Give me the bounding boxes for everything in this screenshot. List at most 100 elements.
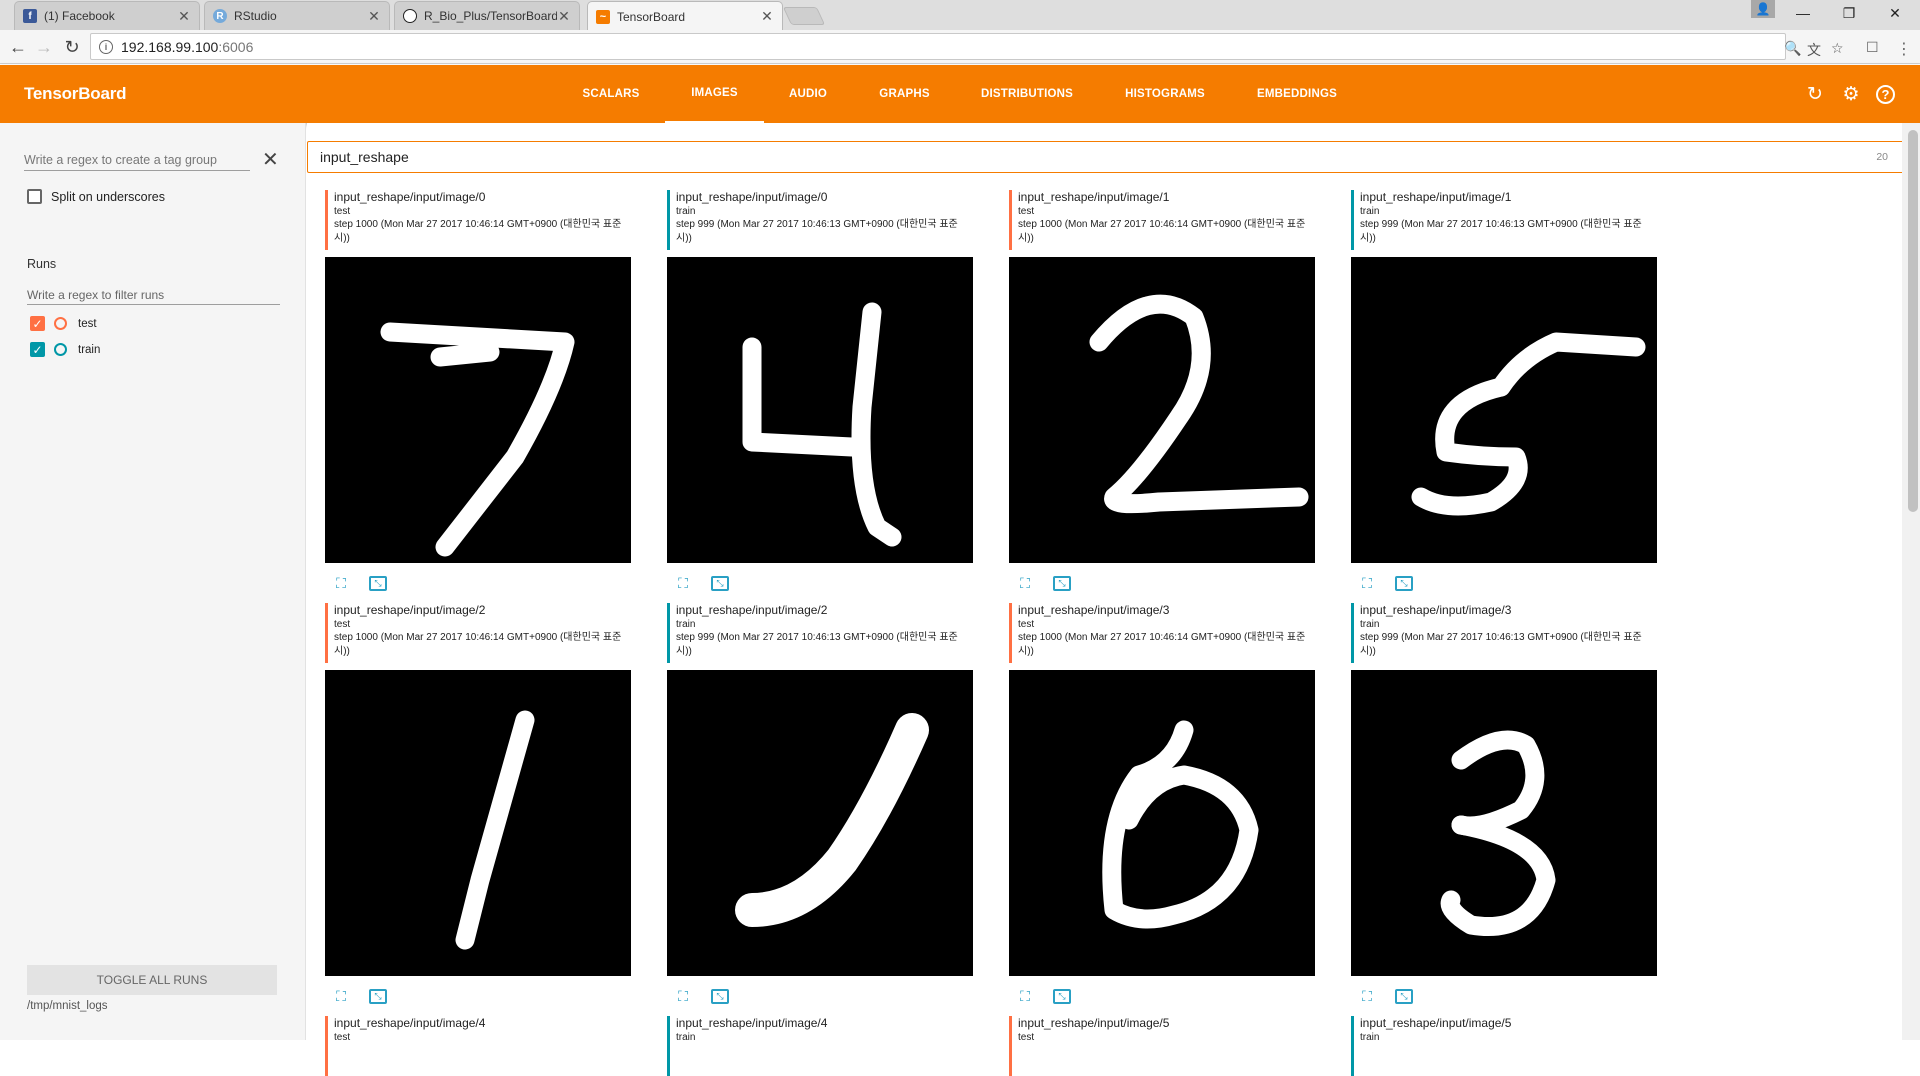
info-icon[interactable]: i [99,39,113,54]
tab-audio[interactable]: AUDIO [775,65,841,123]
tab-graphs[interactable]: GRAPHS [868,65,941,123]
bookmark-star-icon[interactable]: ☆ [1831,40,1844,57]
rstudio-icon: R [213,9,227,23]
close-tab-icon[interactable]: ✕ [367,8,381,25]
translate-icon[interactable]: 文 [1807,40,1821,60]
mnist-digit-image[interactable] [667,257,973,563]
fit-image-icon[interactable]: ⤡ [1053,575,1071,591]
browser-tab-rstudio[interactable]: R RStudio ✕ [204,1,390,30]
new-tab-button[interactable] [782,7,826,25]
tab-embeddings[interactable]: EMBEDDINGS [1242,65,1352,123]
expand-icon[interactable]: ⛶ [673,574,693,592]
tab-histograms[interactable]: HISTOGRAMS [1114,65,1216,123]
fit-image-icon[interactable]: ⤡ [1395,988,1413,1004]
browser-tab-facebook[interactable]: f (1) Facebook ✕ [14,1,200,30]
mnist-digit-image[interactable] [1351,257,1657,563]
expand-icon[interactable]: ⛶ [331,574,351,592]
tab-distributions[interactable]: DISTRIBUTIONS [968,65,1086,123]
forward-icon[interactable]: → [32,35,56,59]
fit-image-icon[interactable]: ⤡ [369,575,387,591]
expand-icon[interactable]: ⛶ [1357,574,1377,592]
fit-image-icon[interactable]: ⤡ [1053,988,1071,1004]
card-tag: input_reshape/input/image/1 [1360,190,1512,204]
close-tab-icon[interactable]: ✕ [760,8,774,25]
back-icon[interactable]: ← [6,35,30,59]
toggle-all-runs-button[interactable]: TOGGLE ALL RUNS [27,965,277,995]
fit-image-icon[interactable]: ⤡ [711,575,729,591]
sidebar: ✕ Split on underscores Runs ✓ test ✓ tra… [0,123,306,1040]
card-run: test [1018,1032,1035,1043]
browser-tab-github[interactable]: R_Bio_Plus/TensorBoard ✕ [394,1,580,30]
digit-svg [735,713,929,927]
fit-image-icon[interactable]: ⤡ [711,988,729,1004]
expand-icon[interactable]: ⛶ [1015,987,1035,1005]
mnist-digit-image[interactable] [667,670,973,976]
run-label: train [78,343,101,356]
run-item-train[interactable]: ✓ train [30,342,100,357]
fit-image-icon[interactable]: ⤡ [1395,575,1413,591]
mnist-digit-image[interactable] [1351,670,1657,976]
mnist-digit-image[interactable] [1009,257,1315,563]
match-count: 20 [1876,151,1888,163]
run-item-test[interactable]: ✓ test [30,316,97,331]
profile-icon[interactable]: 👤 [1751,0,1775,18]
tensorboard-header: TensorBoard SCALARS IMAGES AUDIO GRAPHS … [0,65,1920,123]
gear-icon[interactable]: ⚙ [1840,83,1862,105]
reload-icon[interactable]: ↻ [60,35,84,59]
card-actions: ⛶ ⤡ [667,573,741,593]
address-bar[interactable]: i 192.168.99.100:6006 🔍 文 ☆ [90,33,1844,60]
browser-tab-tensorboard[interactable]: ~ TensorBoard ✕ [587,1,783,31]
run-color-circle [54,317,67,330]
help-icon[interactable]: ? [1876,85,1895,104]
restore-icon[interactable]: ❐ [1826,0,1872,26]
tab-images[interactable]: IMAGES [665,65,764,123]
split-underscores-checkbox[interactable]: Split on underscores [27,189,165,204]
digit-svg [1411,332,1646,516]
tag-group-regex-input[interactable] [24,149,250,171]
url-port: :6006 [218,38,254,55]
card-run: train [1360,619,1380,630]
close-tab-icon[interactable]: ✕ [177,8,191,25]
tab-scalars[interactable]: SCALARS [570,65,652,123]
expand-icon[interactable]: ⛶ [1357,987,1377,1005]
expand-icon[interactable]: ⛶ [331,987,351,1005]
mnist-digit-image[interactable] [1009,670,1315,976]
card-run: test [1018,206,1035,217]
card-step: step 999 (Mon Mar 27 2017 10:46:13 GMT+0… [676,219,958,244]
check-icon[interactable]: ✓ [30,342,45,357]
main-content: 20 input_reshape/input/image/0test step 1… [307,123,1907,1076]
card-run: test [334,1032,351,1043]
close-window-icon[interactable]: ✕ [1872,0,1918,26]
tag-filter-box[interactable]: 20 [307,141,1907,173]
close-tab-icon[interactable]: ✕ [557,8,571,25]
card-meta: input_reshape/input/image/3 test step 1000… [1009,603,1315,663]
card-actions: ⛶ ⤡ [1009,573,1083,593]
tab-label: R_Bio_Plus/TensorBoard [424,9,557,23]
zoom-icon[interactable]: 🔍 [1784,40,1801,57]
card-run: test [334,619,351,630]
digit-svg [1089,294,1309,514]
card-actions: ⛶ ⤡ [325,573,399,593]
menu-icon[interactable]: ⋮ [1896,39,1912,59]
scrollbar-thumb[interactable] [1908,130,1918,512]
card-tag: input_reshape/input/image/0 [676,190,828,204]
mnist-digit-image[interactable] [325,670,631,976]
tag-filter-input[interactable] [320,149,1877,165]
runs-filter-input[interactable] [27,285,280,305]
extension-icon[interactable]: ☐ [1866,39,1879,56]
fit-image-icon[interactable]: ⤡ [369,988,387,1004]
card-step: step 1000 (Mon Mar 27 2017 10:46:14 GMT+… [334,219,622,244]
check-icon[interactable]: ✓ [30,316,45,331]
card-meta: input_reshape/input/image/4 train [667,1016,973,1076]
mnist-digit-image[interactable] [325,257,631,563]
card-step: step 999 (Mon Mar 27 2017 10:46:13 GMT+0… [1360,219,1642,244]
card-meta: input_reshape/input/image/1 test step 1000… [1009,190,1315,250]
refresh-icon[interactable]: ↻ [1804,83,1826,105]
minimize-icon[interactable]: — [1780,0,1826,26]
digit-svg [1440,730,1556,936]
checkbox[interactable] [27,189,42,204]
app-title: TensorBoard [24,84,127,103]
expand-icon[interactable]: ⛶ [1015,574,1035,592]
expand-icon[interactable]: ⛶ [673,987,693,1005]
close-icon[interactable]: ✕ [262,147,279,172]
